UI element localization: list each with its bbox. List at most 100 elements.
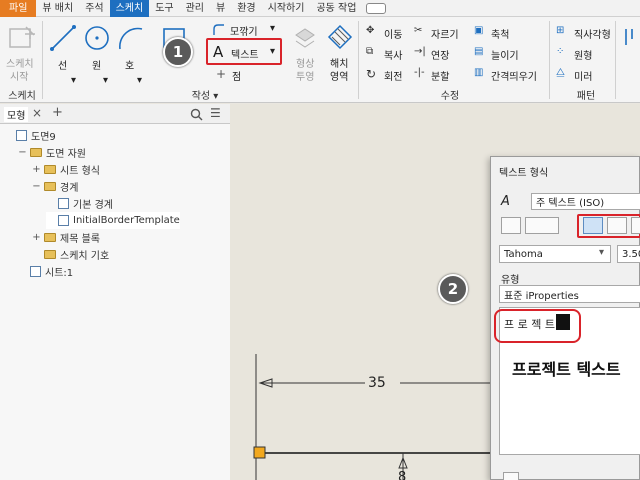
menu-tab[interactable]: 환경 — [231, 0, 261, 17]
project-label-2: 투영 — [296, 72, 315, 83]
stretch-icon[interactable]: ▤ — [474, 46, 483, 57]
type-select[interactable]: 표준 iProperties — [499, 285, 640, 303]
line-tool-label: 선 — [58, 61, 68, 72]
point-label[interactable]: 점 — [232, 68, 241, 83]
size-field[interactable]: 3.50 — [617, 245, 640, 263]
line-tool-icon[interactable] — [48, 23, 78, 53]
text-style-icon: A — [501, 194, 510, 209]
stretch-label[interactable]: 늘이기 — [491, 47, 519, 62]
document-icon — [58, 215, 69, 226]
circle-tool-icon[interactable] — [82, 23, 112, 53]
tree-item[interactable]: 스케치 기호 — [32, 246, 109, 263]
mirror-icon[interactable]: ⧋ — [556, 67, 565, 78]
bullet-list-button[interactable] — [501, 217, 521, 234]
menu-tab[interactable]: 뷰 배치 — [36, 0, 79, 17]
menu-tab[interactable]: 공동 작업 — [310, 0, 362, 17]
folder-icon — [44, 250, 56, 259]
browser-panel: 도면9− 도면 자원 + 시트 형식 − 경계 기본 경계 InitialBorderTemp… — [0, 124, 230, 480]
align-right-button[interactable] — [631, 217, 640, 234]
point-icon[interactable]: + — [216, 67, 226, 81]
hatch-region-icon[interactable] — [326, 23, 354, 51]
font-select[interactable]: Tahoma — [499, 245, 611, 263]
sketch-start-label-2: 시작 — [10, 72, 29, 83]
expand-toggle-icon[interactable]: − — [32, 181, 41, 192]
align-center-button[interactable] — [607, 217, 627, 234]
dimension-label[interactable]: 35 — [368, 375, 386, 391]
tree-item[interactable]: + 시트 형식 — [32, 161, 100, 178]
extend-label[interactable]: 연장 — [431, 47, 449, 62]
menu-tab[interactable]: 도구 — [149, 0, 179, 17]
offset-icon[interactable]: ▥ — [474, 67, 483, 78]
expand-toggle-icon[interactable]: + — [32, 232, 41, 243]
text-dropdown-icon[interactable]: ▾ — [270, 46, 275, 57]
split-label[interactable]: 분할 — [431, 68, 449, 83]
offset-label[interactable]: 간격띄우기 — [491, 68, 537, 83]
arc-dropdown-icon[interactable]: ▾ — [137, 75, 142, 86]
tree-item[interactable]: + 제목 블록 — [32, 229, 100, 246]
menu-tab[interactable]: 스케치 — [109, 0, 150, 17]
tree-item-label: 시트 형식 — [60, 166, 100, 177]
extend-icon[interactable]: →| — [414, 46, 426, 57]
move-label[interactable]: 이동 — [384, 26, 402, 41]
step-badge-2: 2 — [438, 274, 468, 304]
circle-dropdown-icon[interactable]: ▾ — [103, 75, 108, 86]
mirror-label[interactable]: 미러 — [574, 68, 592, 83]
tab-model[interactable]: 모형 — [4, 107, 29, 122]
tree-item[interactable]: 시트:1 — [18, 263, 73, 280]
close-icon[interactable]: × — [32, 106, 42, 120]
search-icon[interactable] — [190, 108, 203, 121]
numbered-list-button[interactable] — [525, 217, 559, 234]
fillet-label[interactable]: 모깎기 — [230, 23, 258, 38]
menu-tab[interactable]: 관리 — [180, 0, 210, 17]
trim-label[interactable]: 자르기 — [431, 26, 459, 41]
dimension-label-2[interactable]: 8 — [398, 470, 406, 480]
tree-item[interactable]: InitialBorderTemplate — [46, 212, 180, 229]
menu-tab[interactable]: 주석 — [79, 0, 109, 17]
line-dropdown-icon[interactable]: ▾ — [71, 75, 76, 86]
menu-icon[interactable]: ☰ — [210, 106, 221, 120]
copy-icon[interactable]: ⧉ — [366, 46, 373, 57]
group-sketch-label: 스케치 — [8, 91, 36, 102]
text-tool-icon[interactable]: A — [213, 43, 223, 61]
expand-toggle-icon[interactable]: − — [18, 147, 27, 158]
menu-tab[interactable]: 파일 — [0, 0, 37, 17]
tree-item[interactable]: 도면9 — [4, 127, 56, 144]
finish-sketch-icon[interactable] — [622, 27, 640, 47]
tree-item-label: InitialBorderTemplate — [73, 215, 180, 226]
add-tab-icon[interactable]: + — [52, 105, 63, 120]
tree-item[interactable]: − 경계 — [32, 178, 78, 195]
circ-pattern-label[interactable]: 원형 — [574, 47, 592, 62]
arc-tool-label: 호 — [125, 61, 135, 72]
rect-pattern-label[interactable]: 직사각형 — [574, 26, 611, 41]
style-select[interactable]: 주 텍스트 (ISO) — [531, 193, 640, 210]
trim-icon[interactable]: ✂ — [414, 25, 422, 36]
move-icon[interactable]: ✥ — [366, 25, 374, 36]
sketch-start-icon[interactable] — [8, 25, 36, 51]
tree-item[interactable]: − 도면 자원 — [18, 144, 86, 161]
copy-label[interactable]: 복사 — [384, 47, 402, 62]
text-tool-label[interactable]: 텍스트 — [231, 46, 259, 61]
font-dropdown-icon[interactable]: ▾ — [599, 247, 604, 258]
rotate-label[interactable]: 회전 — [384, 68, 402, 83]
project-geometry-icon[interactable] — [293, 25, 317, 49]
fillet-icon[interactable] — [212, 23, 226, 36]
expand-toggle-icon[interactable]: + — [32, 164, 41, 175]
tree-item[interactable]: 기본 경계 — [46, 195, 113, 212]
fillet-dropdown-icon[interactable]: ▾ — [270, 23, 275, 34]
scale-label[interactable]: 축척 — [491, 26, 509, 41]
circular-pattern-icon[interactable]: ⁘ — [556, 46, 564, 57]
circle-tool-label: 원 — [92, 61, 102, 72]
align-left-button[interactable] — [583, 217, 603, 234]
arc-tool-icon[interactable] — [116, 23, 146, 53]
quick-access-icon[interactable] — [366, 2, 387, 14]
rotate-icon[interactable]: ↻ — [366, 67, 376, 81]
folder-icon — [44, 165, 56, 174]
document-icon — [58, 198, 69, 209]
menu-tab[interactable]: 뷰 — [210, 0, 231, 17]
help-button[interactable] — [503, 472, 519, 480]
menu-tab[interactable]: 시작하기 — [262, 0, 311, 17]
scale-icon[interactable]: ▣ — [474, 25, 483, 36]
group-modify-label: 수정 — [440, 91, 460, 102]
rectangular-pattern-icon[interactable]: ⊞ — [556, 25, 564, 36]
split-icon[interactable]: -|- — [414, 67, 425, 78]
